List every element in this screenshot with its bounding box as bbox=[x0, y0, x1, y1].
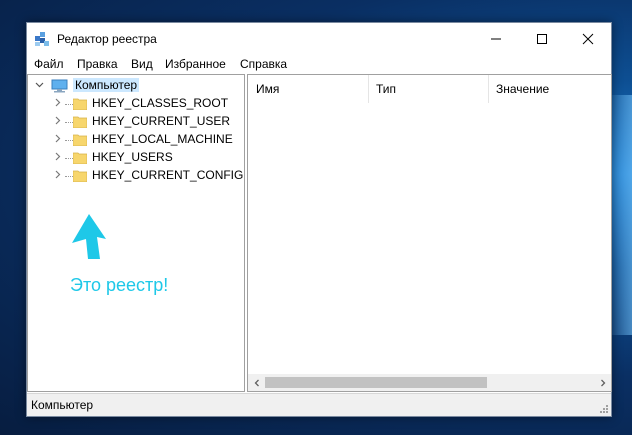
values-list-pane[interactable]: Имя Тип Значение bbox=[247, 74, 612, 392]
chevron-right-icon[interactable] bbox=[53, 152, 62, 164]
menu-help[interactable]: Справка bbox=[240, 57, 287, 71]
registry-app-icon bbox=[35, 32, 49, 46]
tree-item-hkey-classes-root[interactable]: HKEY_CLASSES_ROOT bbox=[28, 95, 242, 113]
tree-label: HKEY_CURRENT_CONFIG bbox=[92, 168, 244, 182]
column-header-name[interactable]: Имя bbox=[248, 75, 368, 103]
tree-label: HKEY_CLASSES_ROOT bbox=[92, 96, 229, 110]
scroll-left-button[interactable] bbox=[248, 375, 265, 390]
chevron-left-icon bbox=[254, 379, 259, 386]
chevron-right-icon[interactable] bbox=[53, 134, 62, 146]
maximize-button[interactable] bbox=[519, 23, 565, 55]
minimize-button[interactable] bbox=[473, 23, 519, 55]
horizontal-scrollbar[interactable] bbox=[248, 374, 611, 391]
chevron-right-icon bbox=[600, 379, 605, 386]
maximize-icon bbox=[537, 34, 547, 44]
tree-item-computer[interactable]: Компьютер bbox=[28, 77, 242, 95]
chevron-right-icon[interactable] bbox=[53, 116, 62, 128]
chevron-right-icon[interactable] bbox=[53, 98, 62, 110]
chevron-down-icon[interactable] bbox=[35, 80, 44, 92]
window-title: Редактор реестра bbox=[57, 32, 157, 46]
tree-label: HKEY_CURRENT_USER bbox=[92, 114, 231, 128]
tree-label: HKEY_LOCAL_MACHINE bbox=[92, 132, 233, 146]
menu-favorites[interactable]: Избранное bbox=[165, 57, 226, 71]
menu-bar: Файл Правка Вид Избранное Справка bbox=[27, 55, 611, 73]
folder-icon bbox=[73, 170, 87, 182]
title-bar[interactable]: Редактор реестра bbox=[27, 23, 611, 55]
column-header-type[interactable]: Тип bbox=[368, 75, 488, 103]
status-path: Компьютер bbox=[31, 398, 94, 412]
computer-icon bbox=[51, 79, 68, 93]
menu-file[interactable]: Файл bbox=[34, 57, 64, 71]
registry-editor-window: Редактор реестра Файл Правка Вид Избранн… bbox=[26, 22, 612, 417]
tree-item-hkey-current-config[interactable]: HKEY_CURRENT_CONFIG bbox=[28, 167, 244, 185]
folder-icon bbox=[73, 134, 87, 146]
resize-grip-icon[interactable] bbox=[599, 404, 609, 414]
scrollbar-thumb[interactable] bbox=[265, 377, 487, 388]
folder-icon bbox=[73, 116, 87, 128]
folder-icon bbox=[73, 98, 87, 110]
tree-label-computer: Компьютер bbox=[73, 78, 140, 92]
folder-icon bbox=[73, 152, 87, 164]
chevron-right-icon[interactable] bbox=[53, 170, 62, 182]
arrow-up-icon bbox=[72, 214, 106, 259]
menu-edit[interactable]: Правка bbox=[77, 57, 118, 71]
menu-view[interactable]: Вид bbox=[131, 57, 153, 71]
status-bar: Компьютер bbox=[27, 393, 611, 416]
column-header-value[interactable]: Значение bbox=[488, 75, 611, 103]
scroll-right-button[interactable] bbox=[594, 375, 611, 390]
minimize-icon bbox=[491, 38, 501, 40]
close-button[interactable] bbox=[565, 23, 611, 55]
annotation-text: Это реестр! bbox=[70, 275, 169, 295]
tree-pane[interactable]: Компьютер HKEY_CLASSES_ROOT HKEY_CURRENT… bbox=[27, 74, 245, 392]
tree-label: HKEY_USERS bbox=[92, 150, 173, 164]
close-icon bbox=[582, 33, 594, 45]
tree-item-hkey-current-user[interactable]: HKEY_CURRENT_USER bbox=[28, 113, 242, 131]
tree-item-hkey-users[interactable]: HKEY_USERS bbox=[28, 149, 242, 167]
tree-item-hkey-local-machine[interactable]: HKEY_LOCAL_MACHINE bbox=[28, 131, 242, 149]
